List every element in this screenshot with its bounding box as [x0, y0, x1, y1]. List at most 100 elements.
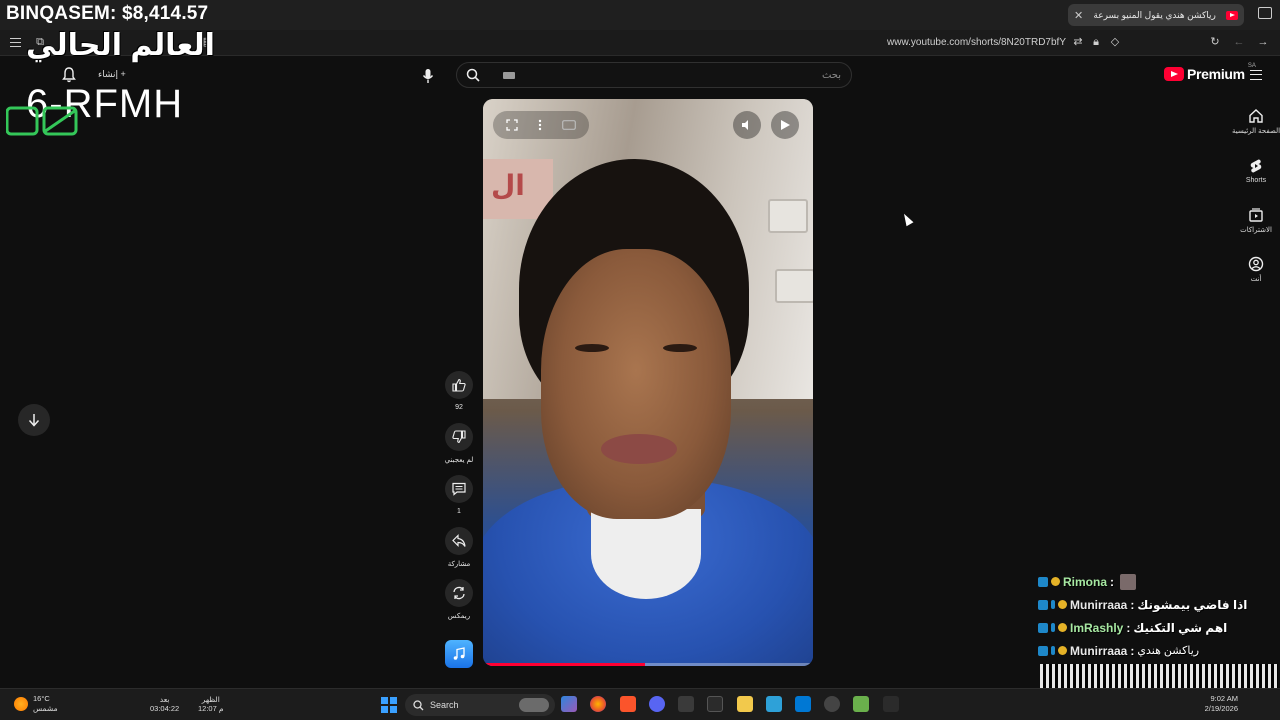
browser-menu-icon[interactable]	[10, 38, 21, 47]
sound-button[interactable]	[445, 640, 473, 668]
keyboard-icon[interactable]	[503, 72, 515, 79]
like-action[interactable]: 92	[444, 371, 474, 411]
weather-temp: 16°C	[33, 694, 50, 703]
mouse-cursor-icon	[900, 211, 914, 227]
video-person-face	[541, 249, 731, 519]
expand-icon[interactable]	[506, 119, 518, 131]
play-button[interactable]	[771, 111, 799, 139]
shorts-icon	[1250, 159, 1262, 173]
volume-button[interactable]	[733, 111, 761, 139]
badge-icon	[1058, 600, 1067, 609]
remix-action[interactable]: ريمكس	[444, 579, 474, 620]
app-icon[interactable]	[883, 696, 899, 712]
guide-item-home[interactable]: الصفحة الرئيسية	[1232, 108, 1280, 135]
more-options-icon[interactable]	[538, 119, 542, 131]
search-button[interactable]	[456, 62, 490, 88]
search-highlight-icon	[519, 698, 549, 712]
share-label: مشاركة	[447, 561, 471, 568]
close-tab-icon[interactable]: ✕	[1074, 9, 1083, 22]
back-icon[interactable]: ←	[1233, 36, 1245, 48]
prayer-time: الظهر 12:07 م	[198, 695, 224, 713]
file-explorer-icon[interactable]	[737, 696, 753, 712]
guide-label-home: الصفحة الرئيسية	[1232, 128, 1280, 135]
share-action[interactable]: مشاركة	[444, 527, 474, 568]
create-button[interactable]: إنشاء +	[98, 69, 126, 80]
youtube-play-icon	[1164, 67, 1184, 81]
shield-icon[interactable]: ◇	[1109, 36, 1121, 48]
home-icon	[1249, 109, 1263, 123]
guide-label-you: أنت	[1250, 276, 1262, 283]
chrome-app-icon[interactable]	[824, 696, 840, 712]
url-field[interactable]: www.youtube.com/shorts/8N20TRD7bfY	[887, 37, 1066, 48]
share-button[interactable]	[445, 527, 473, 555]
chat-message: ImRashly : اهم شي التكنيك	[1038, 616, 1280, 639]
chat-separator: :	[1130, 597, 1135, 612]
share-icon	[452, 534, 466, 547]
browser-tab[interactable]: ✕ رياكشن هندي يقول المنيو بسرعة	[1068, 4, 1244, 26]
next-video-button[interactable]	[18, 404, 50, 436]
chat-username: Rimona	[1063, 574, 1108, 589]
voice-search-button[interactable]	[414, 62, 442, 90]
guide-menu-icon[interactable]	[1250, 70, 1262, 80]
subscriptions-icon	[1249, 208, 1263, 222]
thumbs-up-icon	[452, 378, 466, 392]
notifications-bell-icon[interactable]	[62, 67, 76, 83]
brave-app-icon[interactable]	[620, 696, 636, 712]
taskbar-search[interactable]: Search	[405, 694, 555, 716]
translate-icon[interactable]: ⇄	[1072, 36, 1084, 48]
guide-item-you[interactable]: أنت	[1232, 256, 1280, 283]
captions-icon[interactable]	[562, 120, 576, 130]
prayer-label: الظهر	[201, 695, 220, 704]
taskbar-search-label: Search	[430, 700, 459, 710]
like-count: 92	[455, 404, 463, 411]
reload-icon[interactable]: ↻	[1209, 36, 1221, 48]
badge-icon	[1051, 646, 1055, 655]
platform-badge-icon	[1038, 645, 1048, 656]
firefox-app-icon[interactable]	[590, 696, 606, 712]
countdown-label: بعد	[159, 695, 170, 704]
you-icon	[1248, 256, 1264, 272]
forward-icon[interactable]: →	[1257, 36, 1269, 48]
microphone-icon	[422, 69, 434, 83]
sign-text: ال	[491, 170, 525, 201]
badge-icon	[1058, 623, 1067, 632]
emote-icon	[1120, 573, 1137, 590]
weather-widget[interactable]: 16°C مشمس	[14, 694, 58, 714]
comments-action[interactable]: 1	[444, 475, 474, 515]
arrow-down-icon	[28, 414, 40, 427]
system-clock[interactable]: 9:02 AM 2/19/2026	[1205, 694, 1238, 714]
video-person-eye	[663, 344, 697, 352]
prayer-countdown: بعد 03:04:22	[150, 695, 179, 713]
clock-date: 2/19/2026	[1204, 704, 1238, 713]
telegram-app-icon[interactable]	[766, 696, 782, 712]
country-code: SA	[1247, 63, 1256, 69]
chat-username: ImRashly	[1070, 620, 1124, 635]
app-icon[interactable]	[707, 696, 723, 712]
guide-item-shorts[interactable]: Shorts	[1232, 158, 1280, 184]
shorts-video-player[interactable]: ال	[483, 99, 813, 666]
obs-app-icon[interactable]	[678, 696, 694, 712]
dislike-button[interactable]	[445, 423, 473, 451]
like-button[interactable]	[445, 371, 473, 399]
remix-button[interactable]	[445, 579, 473, 607]
platform-badge-icon	[1038, 622, 1048, 633]
video-ac-unit	[768, 199, 808, 233]
youtube-favicon-icon	[1226, 10, 1238, 20]
clock-time: 9:02 AM	[1210, 694, 1238, 703]
vscode-app-icon[interactable]	[795, 696, 811, 712]
guide-item-subscriptions[interactable]: الاشتراكات	[1232, 207, 1280, 234]
play-icon	[781, 120, 790, 130]
tab-title: رياكشن هندي يقول المنيو بسرعة	[1093, 9, 1216, 20]
lock-icon[interactable]: 🔒︎	[1090, 36, 1102, 48]
comments-button[interactable]	[445, 475, 473, 503]
badge-icon	[1058, 646, 1067, 655]
copilot-app-icon[interactable]	[561, 696, 577, 712]
tab-list-icon[interactable]	[1258, 7, 1272, 19]
discord-app-icon[interactable]	[649, 696, 665, 712]
minecraft-app-icon[interactable]	[853, 696, 869, 712]
badge-icon	[1051, 600, 1055, 609]
youtube-premium-logo[interactable]: Premium SA	[1164, 63, 1256, 82]
dislike-action[interactable]: لم يعجبني	[444, 423, 474, 464]
search-input[interactable]: بحث	[456, 62, 852, 88]
windows-start-icon[interactable]	[381, 697, 397, 713]
